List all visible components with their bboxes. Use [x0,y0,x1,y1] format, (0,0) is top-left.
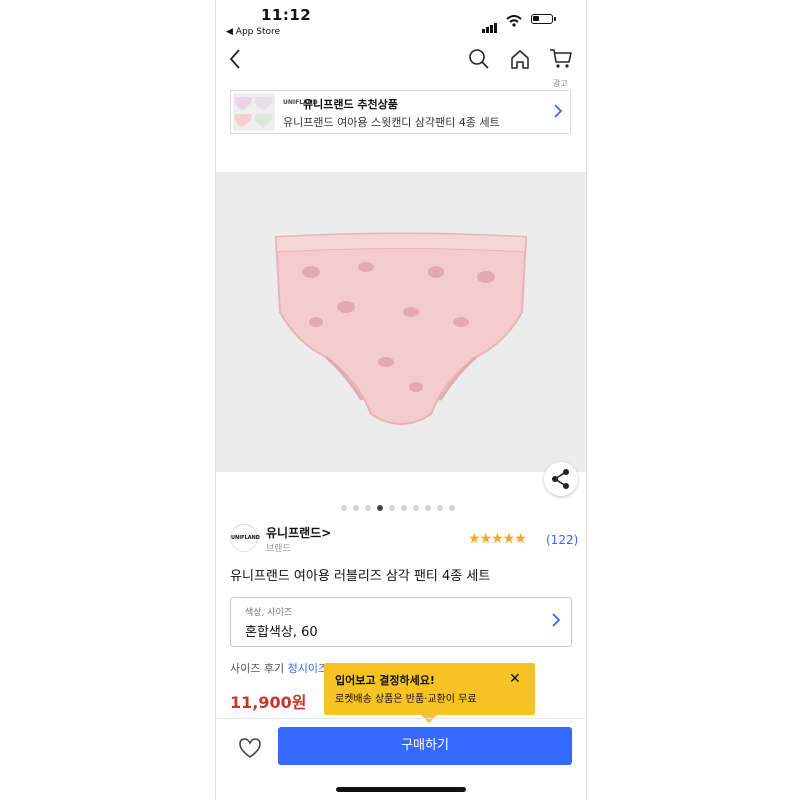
close-icon[interactable]: ✕ [509,671,521,687]
brand-label: 브랜드 [266,544,291,554]
cart-icon[interactable] [549,48,573,74]
gallery-dot[interactable] [341,505,347,511]
back-icon[interactable] [228,48,242,74]
chevron-right-icon [551,612,561,632]
option-value: 혼합색상, 60 [245,625,318,640]
home-icon[interactable] [509,48,531,74]
share-button[interactable] [544,462,578,496]
phone-screen: 11:12 ◀ App Store 광고 UNIFLAND 유니프랜드 추천상품… [215,0,587,800]
option-selector[interactable]: 색상, 사이즈 혼합색상, 60 [230,597,572,647]
gallery-dot[interactable] [389,505,395,511]
gallery-dot[interactable] [353,505,359,511]
home-indicator [336,787,466,792]
recommendation-subtitle: 유니프랜드 여아용 스윗캔디 삼각팬티 4종 세트 [283,116,500,129]
bottom-action-bar: 구매하기 [216,718,586,779]
gallery-pagination[interactable] [341,496,461,511]
search-icon[interactable] [468,48,490,74]
rating-stars[interactable]: ★★★★★ [468,531,527,547]
recommendation-title: 유니프랜드 추천상품 [303,98,398,111]
gallery-dot[interactable] [401,505,407,511]
gallery-dot[interactable] [365,505,371,511]
gallery-dot[interactable] [377,505,383,511]
rocket-delivery-tooltip: 입어보고 결정하세요! 로켓배송 상품은 반품·교환이 무료 ✕ [324,663,535,723]
battery-icon [531,14,556,24]
signal-icon [482,14,498,33]
gallery-dot[interactable] [425,505,431,511]
gallery-dot[interactable] [449,505,455,511]
product-title: 유니프랜드 여아용 러블리즈 삼각 팬티 4종 세트 [230,569,491,584]
wifi-icon [506,12,522,31]
gallery-dot[interactable] [437,505,443,511]
ad-tag: 광고 [553,79,568,88]
chevron-right-icon [553,103,563,123]
brand-logo[interactable]: UNIFLAND [230,524,260,552]
tooltip-title: 입어보고 결정하세요! [335,674,435,687]
option-label: 색상, 사이즈 [245,608,293,618]
review-count-link[interactable]: (122) [546,533,578,547]
price: 11,900원 [230,693,307,712]
size-review-label: 사이즈 후기 [230,662,285,675]
status-time: 11:12 [261,6,312,24]
gallery-dot[interactable] [413,505,419,511]
recommendation-banner[interactable]: UNIFLAND 유니프랜드 추천상품 유니프랜드 여아용 스윗캔디 삼각팬티 … [230,90,571,134]
brand-name-link[interactable]: 유니프랜드> [266,524,331,541]
size-review-link[interactable]: 정시이즈 [288,662,328,675]
tooltip-subtitle: 로켓배송 상품은 반품·교환이 무료 [335,694,477,705]
recommendation-thumbnail [233,93,275,131]
heart-icon[interactable] [238,737,262,763]
size-review[interactable]: 사이즈 후기 정시이즈 [230,660,328,676]
back-to-app-store-link[interactable]: ◀ App Store [226,27,280,37]
buy-button[interactable]: 구매하기 [278,727,572,765]
product-image[interactable] [216,172,586,472]
